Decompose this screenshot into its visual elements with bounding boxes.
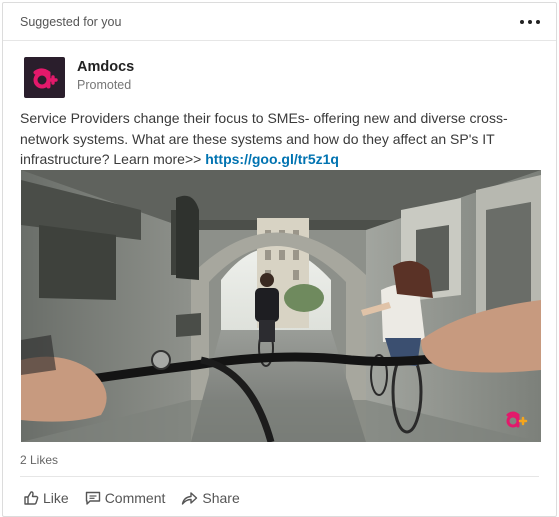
cyclists-photo (21, 170, 541, 442)
promoted-label: Promoted (77, 78, 132, 92)
divider (20, 476, 539, 477)
post-actions: Like Comment Share (23, 488, 240, 508)
comment-button[interactable]: Comment (85, 488, 166, 508)
comment-icon (85, 491, 100, 505)
post-link[interactable]: https://goo.gl/tr5z1q (205, 151, 339, 167)
thumbs-up-icon (24, 491, 39, 505)
author-name[interactable]: Amdocs (77, 59, 134, 75)
suggested-label: Suggested for you (20, 14, 122, 29)
post-header: Suggested for you (3, 3, 556, 41)
more-options-icon[interactable] (518, 16, 542, 28)
share-label: Share (202, 490, 240, 506)
sponsored-post-card: Suggested for you Amdocs Promoted Servic… (2, 2, 557, 517)
post-image[interactable] (21, 170, 541, 442)
share-arrow-icon (182, 492, 198, 505)
likes-count[interactable]: 2 Likes (20, 453, 58, 467)
like-label: Like (43, 490, 69, 506)
amdocs-logo-icon[interactable] (24, 57, 65, 98)
share-button[interactable]: Share (181, 488, 240, 508)
like-button[interactable]: Like (23, 488, 69, 508)
comment-label: Comment (104, 490, 166, 506)
post-body: Service Providers change their focus to … (20, 108, 540, 170)
